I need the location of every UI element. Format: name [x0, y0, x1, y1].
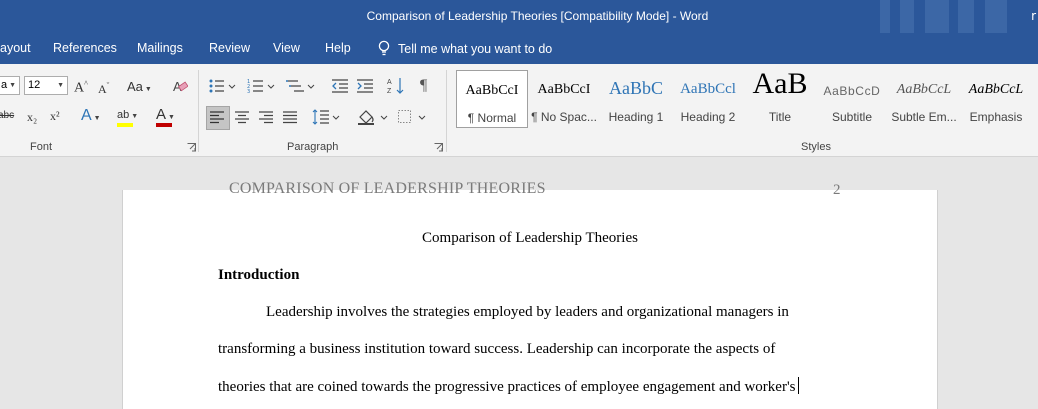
page-number: 2 [833, 182, 841, 198]
font-color-icon[interactable]: A ▼ [156, 106, 175, 123]
highlight-color-swatch [117, 123, 133, 127]
body-line: Leadership involves the strategies emplo… [266, 304, 789, 320]
style-heading-1[interactable]: AaBbC Heading 1 [599, 70, 673, 126]
tab-view[interactable]: View [273, 41, 300, 55]
dialog-launcher-icon[interactable] [187, 143, 196, 152]
change-case-icon[interactable]: Aa ▼ [127, 79, 152, 94]
style-preview: AaBbC [609, 78, 663, 98]
body-line-text: theories that are coined towards the pro… [218, 379, 796, 395]
style-name: Title [768, 110, 792, 124]
style-preview: AaBbCcL [968, 82, 1024, 97]
lightbulb-icon [378, 40, 390, 56]
style-no-spacing[interactable]: AaBbCcI ¶ No Spac... [527, 70, 601, 126]
borders-icon[interactable] [397, 108, 429, 126]
styles-group-label: Styles [801, 141, 831, 153]
font-size-box[interactable]: 12 ▼ [24, 76, 68, 95]
strikethrough-icon[interactable]: abc [0, 110, 14, 121]
title-bar: Comparison of Leadership Theories [Compa… [0, 0, 1038, 33]
text-cursor [798, 377, 800, 394]
numbering-icon[interactable]: 123 [247, 78, 279, 94]
svg-text:3: 3 [247, 89, 250, 94]
font-group-label: Font [30, 141, 53, 153]
font-name-box[interactable]: a ▼ [0, 76, 20, 95]
style-name: Subtle Em... [891, 110, 957, 124]
group-separator [446, 70, 447, 152]
style-subtitle[interactable]: AaBbCcD Subtitle [815, 70, 889, 126]
increase-indent-icon[interactable] [356, 78, 374, 94]
style-emphasis[interactable]: AaBbCcL Emphasis [959, 70, 1033, 126]
subscript-icon[interactable]: x₂ [27, 110, 37, 125]
dialog-launcher-icon[interactable] [434, 143, 443, 152]
text-effects-icon[interactable]: A ▼ [81, 107, 101, 125]
show-formatting-marks-icon[interactable]: ¶ [420, 77, 427, 95]
style-name: Heading 1 [608, 110, 664, 124]
sort-icon[interactable]: A Z [387, 76, 405, 96]
ribbon: a ▼ 12 ▼ A^ Aˇ Aa ▼ A abc x₂ x² A ▼ ab ▼… [0, 64, 1038, 157]
style-preview: AaBbCcI [537, 82, 591, 97]
align-center-icon[interactable] [235, 110, 249, 124]
tab-layout[interactable]: ayout [0, 41, 31, 55]
clear-formatting-icon[interactable]: A [172, 78, 188, 94]
tab-mailings[interactable]: Mailings [137, 41, 183, 55]
tab-review[interactable]: Review [209, 41, 250, 55]
grow-font-icon[interactable]: A^ [74, 79, 88, 97]
highlight-color-icon[interactable]: ab ▼ [117, 109, 138, 121]
style-preview: AaBbCcl [680, 81, 736, 97]
style-normal[interactable]: AaBbCcI ¶ Normal [456, 70, 528, 128]
tab-references[interactable]: References [53, 41, 117, 55]
svg-text:A: A [387, 79, 392, 86]
font-name-value: a [1, 79, 8, 91]
tell-me-label: Tell me what you want to do [398, 42, 553, 56]
svg-text:Z: Z [387, 88, 392, 95]
window-title: Comparison of Leadership Theories [Compa… [366, 9, 709, 23]
style-title[interactable]: AaB Title [743, 67, 817, 126]
style-heading-2[interactable]: AaBbCcl Heading 2 [671, 70, 745, 126]
multilevel-list-icon[interactable] [286, 78, 318, 94]
ribbon-tabs: ayout References Mailings Review View He… [0, 33, 1038, 64]
align-left-icon [210, 111, 224, 124]
style-preview: AaBbCcD [823, 84, 881, 98]
document-title: Comparison of Leadership Theories [422, 230, 638, 246]
decrease-indent-icon[interactable] [331, 78, 349, 94]
section-heading: Introduction [218, 267, 300, 283]
style-name: Emphasis [969, 110, 1023, 124]
font-size-value: 12 [28, 79, 41, 91]
shading-icon[interactable] [357, 108, 389, 126]
font-color-swatch [156, 123, 172, 127]
running-head: COMPARISON OF LEADERSHIP THEORIES [229, 180, 546, 197]
style-name: Heading 2 [680, 110, 736, 124]
justify-icon[interactable] [283, 110, 297, 124]
line-spacing-icon[interactable] [312, 108, 342, 126]
align-right-icon[interactable] [259, 110, 273, 124]
chevron-down-icon[interactable]: ▼ [9, 77, 16, 94]
chevron-down-icon[interactable]: ▼ [57, 77, 64, 94]
bullets-icon[interactable] [208, 78, 240, 94]
style-name: ¶ Normal [467, 111, 517, 125]
style-preview: AaBbCcI [465, 83, 519, 98]
style-name: ¶ No Spac... [531, 110, 597, 124]
style-preview: AaB [752, 67, 808, 100]
superscript-icon[interactable]: x² [50, 109, 60, 124]
shrink-font-icon[interactable]: Aˇ [98, 81, 109, 97]
user-initial[interactable]: r [1031, 9, 1036, 23]
tab-help[interactable]: Help [325, 41, 351, 55]
body-line: transforming a business institution towa… [218, 341, 776, 357]
body-line: theories that are coined towards the pro… [218, 377, 800, 396]
style-subtle-emphasis[interactable]: AaBbCcL Subtle Em... [887, 70, 961, 126]
style-name: Subtitle [831, 110, 873, 124]
style-preview: AaBbCcL [896, 82, 952, 97]
group-separator [198, 70, 199, 152]
tell-me-search[interactable]: Tell me what you want to do [378, 40, 552, 56]
document-page[interactable]: COMPARISON OF LEADERSHIP THEORIES 2 Comp… [122, 180, 938, 409]
paragraph-group-label: Paragraph [287, 141, 339, 153]
